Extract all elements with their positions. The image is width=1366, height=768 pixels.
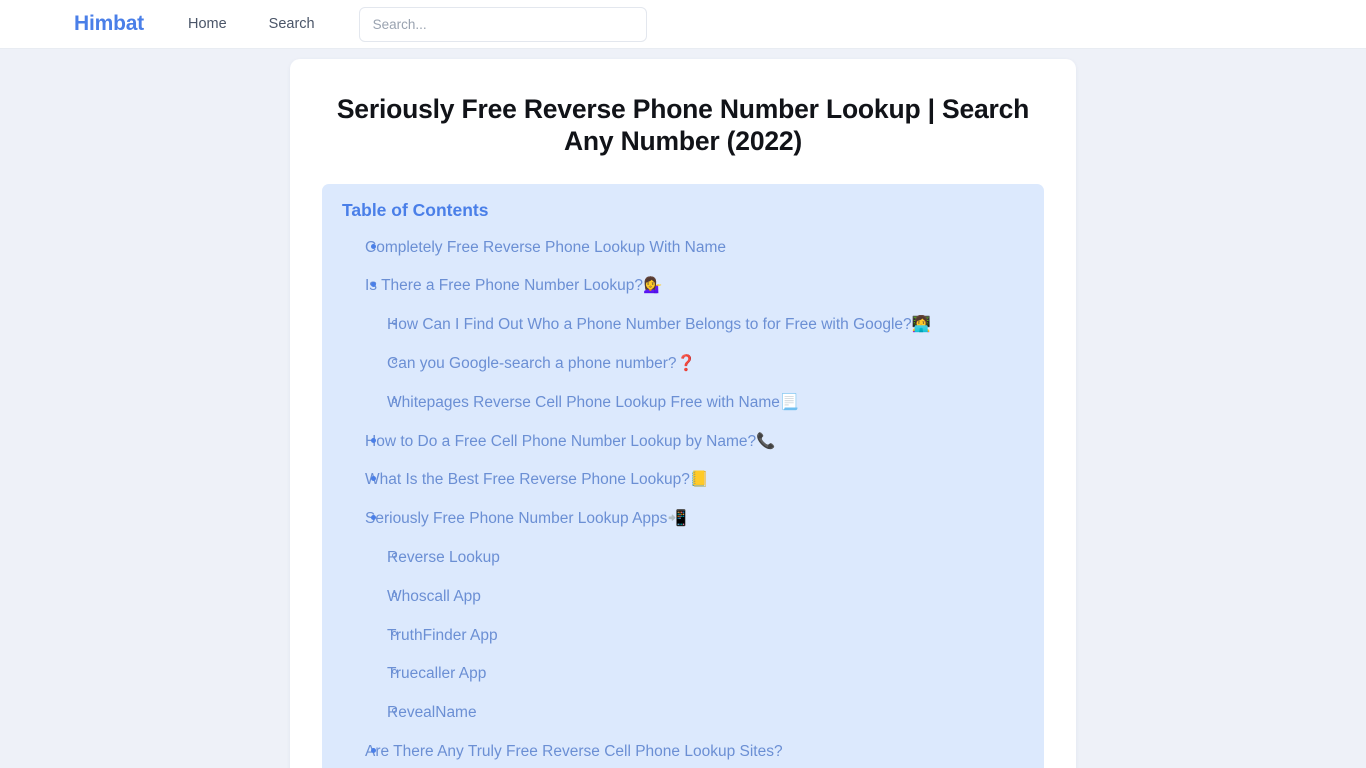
table-of-contents: Table of Contents Completely Free Revers… (322, 183, 1044, 768)
toc-row: Is There a Free Phone Number Lookup?💁‍♀️ (365, 267, 1024, 306)
toc-item: How to Do a Free Cell Phone Number Looku… (342, 423, 1024, 462)
toc-row: Completely Free Reverse Phone Lookup Wit… (365, 229, 1024, 268)
toc-subitem: How Can I Find Out Who a Phone Number Be… (365, 306, 1024, 345)
toc-link[interactable]: Whitepages Reverse Cell Phone Lookup Fre… (387, 394, 780, 411)
toc-row: How Can I Find Out Who a Phone Number Be… (387, 306, 1024, 345)
toc-list: Completely Free Reverse Phone Lookup Wit… (342, 229, 1024, 768)
toc-link[interactable]: TruthFinder App (387, 627, 498, 644)
toc-item: Are There Any Truly Free Reverse Cell Ph… (342, 733, 1024, 768)
toc-link[interactable]: Are There Any Truly Free Reverse Cell Ph… (365, 743, 783, 760)
page-with-curl-emoji: 📃 (779, 392, 800, 411)
toc-subitem: Reverse Lookup (365, 539, 1024, 578)
page-scroll-area[interactable]: Seriously Free Reverse Phone Number Look… (0, 49, 1366, 768)
mobile-phone-with-arrow-emoji: 📲 (667, 509, 687, 528)
toc-row: What Is the Best Free Reverse Phone Look… (365, 461, 1024, 500)
toc-item: Is There a Free Phone Number Lookup?💁‍♀️… (342, 267, 1024, 422)
toc-row: Seriously Free Phone Number Lookup Apps📲 (365, 500, 1024, 539)
toc-item: Completely Free Reverse Phone Lookup Wit… (342, 229, 1024, 268)
ledger-emoji: 📒 (689, 470, 710, 489)
nav-link-search[interactable]: Search (269, 16, 315, 32)
toc-link[interactable]: Reverse Lookup (387, 549, 500, 566)
nav-link-home[interactable]: Home (188, 16, 227, 32)
toc-row: Whoscall App (387, 578, 1024, 617)
woman-tipping-hand-emoji: 💁‍♀️ (643, 276, 663, 295)
toc-link[interactable]: Is There a Free Phone Number Lookup? (365, 277, 643, 294)
article-card: Seriously Free Reverse Phone Number Look… (290, 59, 1076, 768)
toc-row: TruthFinder App (387, 617, 1024, 656)
brand-logo[interactable]: Himbat (74, 12, 144, 36)
toc-subitem: Can you Google-search a phone number?❓ (365, 345, 1024, 384)
toc-link[interactable]: Seriously Free Phone Number Lookup Apps (365, 510, 667, 527)
toc-item: Seriously Free Phone Number Lookup Apps📲… (342, 500, 1024, 733)
toc-sublist: How Can I Find Out Who a Phone Number Be… (365, 306, 1024, 422)
telephone-receiver-emoji: 📞 (756, 431, 776, 450)
nav-links: Home Search (188, 16, 315, 32)
toc-item: What Is the Best Free Reverse Phone Look… (342, 461, 1024, 500)
toc-link[interactable]: How Can I Find Out Who a Phone Number Be… (387, 316, 912, 333)
toc-heading: Table of Contents (342, 199, 489, 220)
toc-subitem: RevealName (365, 694, 1024, 733)
toc-row: RevealName (387, 694, 1024, 733)
toc-row: How to Do a Free Cell Phone Number Looku… (365, 423, 1024, 462)
toc-link[interactable]: Truecaller App (387, 665, 486, 682)
toc-link[interactable]: RevealName (387, 704, 477, 721)
toc-link[interactable]: Can you Google-search a phone number? (387, 355, 677, 372)
top-navbar: Himbat Home Search (0, 0, 1366, 49)
page-title: Seriously Free Reverse Phone Number Look… (336, 94, 1030, 157)
toc-subitem: Truecaller App (365, 655, 1024, 694)
toc-row: Truecaller App (387, 655, 1024, 694)
toc-link[interactable]: What Is the Best Free Reverse Phone Look… (365, 471, 690, 488)
toc-subitem: Whitepages Reverse Cell Phone Lookup Fre… (365, 384, 1024, 423)
toc-row: Whitepages Reverse Cell Phone Lookup Fre… (387, 384, 1024, 423)
toc-row: Reverse Lookup (387, 539, 1024, 578)
toc-link[interactable]: Whoscall App (387, 588, 481, 605)
toc-row: Are There Any Truly Free Reverse Cell Ph… (365, 733, 1024, 768)
toc-subitem: TruthFinder App (365, 617, 1024, 656)
toc-subitem: Whoscall App (365, 578, 1024, 617)
toc-row: Can you Google-search a phone number?❓ (387, 345, 1024, 384)
toc-link[interactable]: How to Do a Free Cell Phone Number Looku… (365, 433, 756, 450)
question-mark-emoji: ❓ (676, 354, 696, 373)
toc-sublist: Reverse Lookup Whoscall App TruthFinder Ap… (365, 539, 1024, 733)
toc-link[interactable]: Completely Free Reverse Phone Lookup Wit… (365, 239, 726, 256)
woman-technologist-emoji: 👩‍💻 (911, 315, 931, 334)
search-input[interactable] (358, 6, 647, 42)
